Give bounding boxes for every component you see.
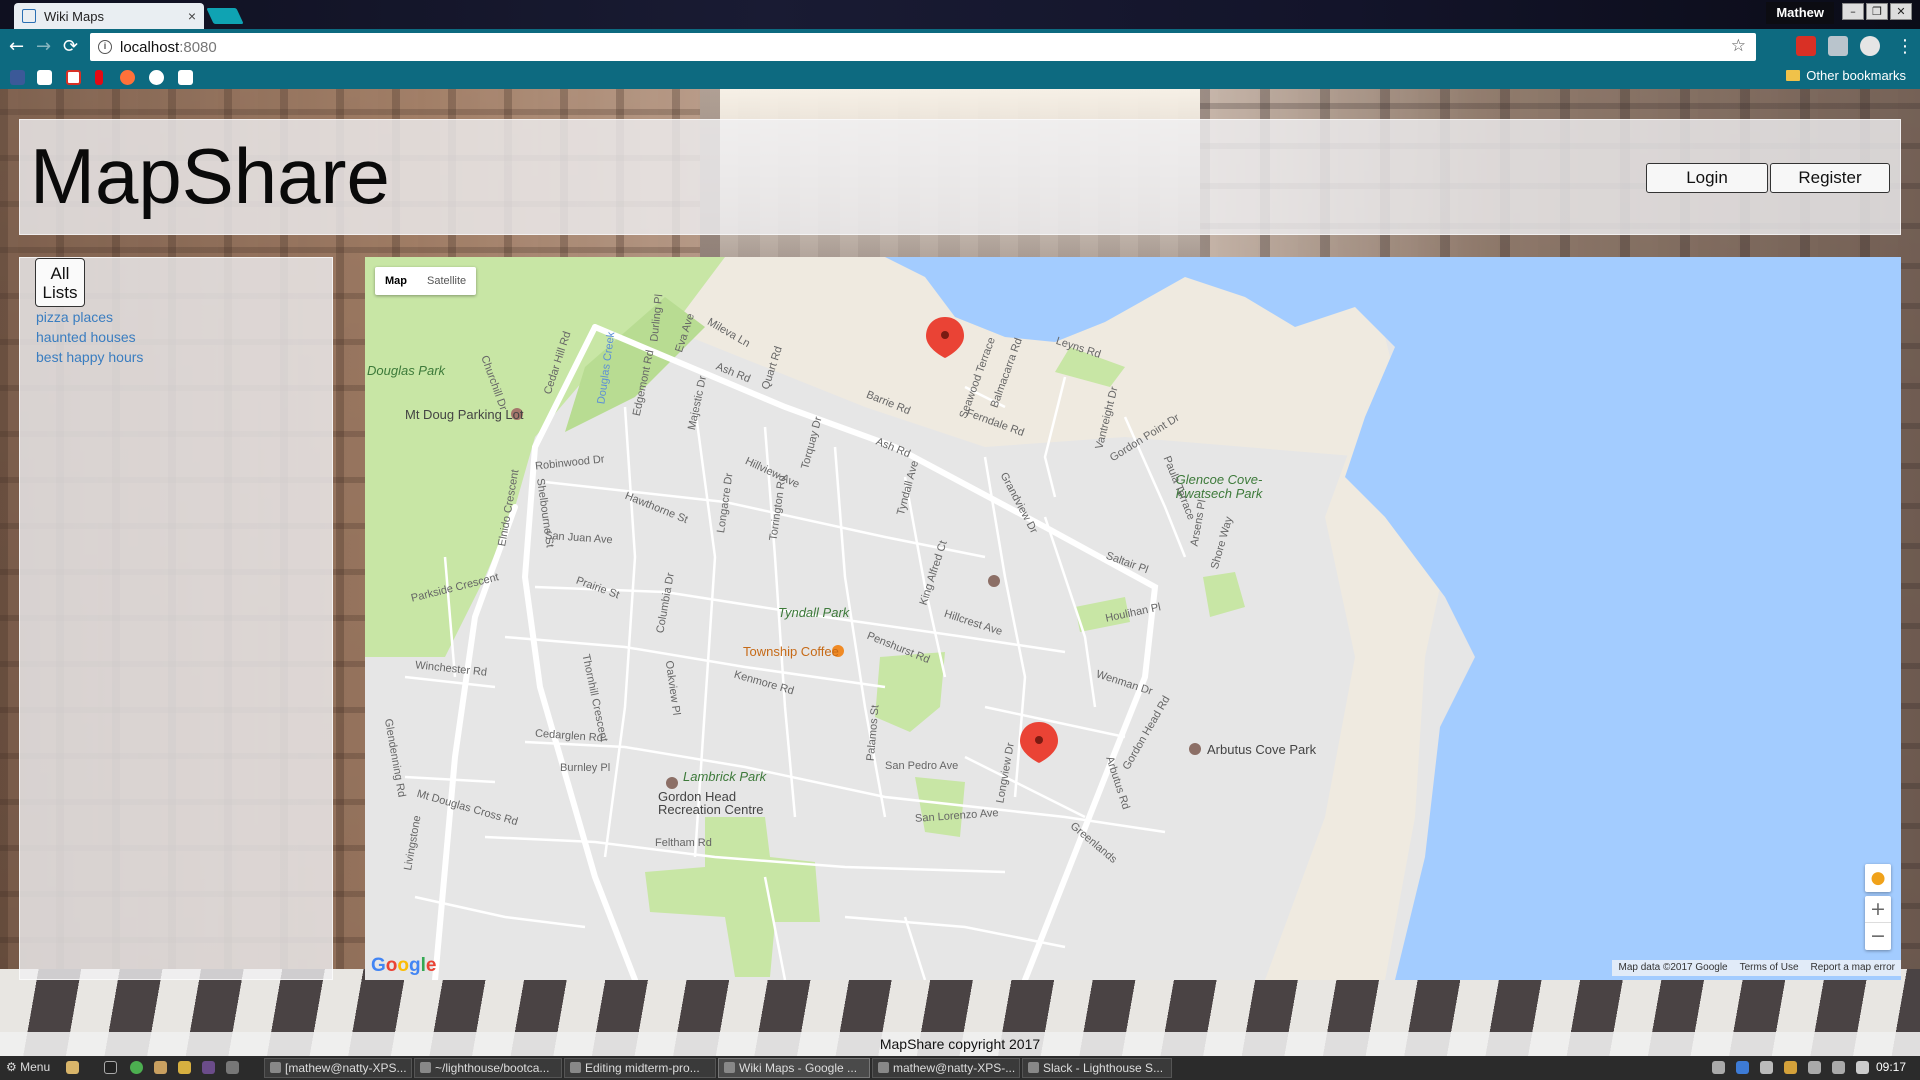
all-lists-button[interactable]: All Lists <box>35 258 85 307</box>
task-terminal-2[interactable]: mathew@natty-XPS-... <box>872 1058 1020 1078</box>
map-label-township-coffee: Township Coffee <box>743 644 839 659</box>
chrome-launcher-icon[interactable] <box>130 1061 143 1074</box>
task-terminal-1[interactable]: [mathew@natty-XPS... <box>264 1058 412 1078</box>
lists-sidebar: All Lists pizza places haunted houses be… <box>19 257 333 980</box>
task-wiki-maps[interactable]: Wiki Maps - Google ... <box>718 1058 870 1078</box>
street-san-pedro-ave: San Pedro Ave <box>885 760 959 772</box>
map-label-mt-doug-parking: Mt Doug Parking Lot <box>405 407 524 422</box>
os-taskbar: ⚙ Menu [mathew@natty-XPS... ~/lighthouse… <box>0 1056 1920 1080</box>
user-tray-icon[interactable] <box>1808 1061 1821 1074</box>
forward-icon[interactable]: → <box>36 37 51 57</box>
login-button[interactable]: Login <box>1646 163 1768 193</box>
other-bookmarks[interactable]: Other bookmarks <box>1786 68 1906 83</box>
close-window-button[interactable]: ✕ <box>1890 3 1912 20</box>
reddit-icon[interactable] <box>37 70 52 85</box>
settings-tray-icon[interactable] <box>1712 1061 1725 1074</box>
back-icon[interactable]: ← <box>9 37 24 57</box>
restore-button[interactable]: ❐ <box>1866 3 1888 20</box>
recreation-poi-icon <box>666 777 678 789</box>
start-menu-button[interactable]: ⚙ Menu <box>6 1060 50 1074</box>
url-host: localhost <box>120 38 180 56</box>
report-map-error-link[interactable]: Report a map error <box>1811 960 1895 976</box>
map-label-douglas-park: Douglas Park <box>367 363 446 378</box>
tab-close-icon[interactable]: × <box>188 8 196 24</box>
github-icon[interactable] <box>149 70 164 85</box>
shield-icon[interactable] <box>1860 36 1880 56</box>
map-label-arbutus-cove-park: Arbutus Cove Park <box>1207 742 1317 757</box>
map-label-tyndall-park: Tyndall Park <box>778 605 850 620</box>
url-port: :8080 <box>179 38 217 56</box>
map-label-lambrick-park: Lambrick Park <box>683 769 767 784</box>
task-slack[interactable]: Slack - Lighthouse S... <box>1022 1058 1172 1078</box>
menu-label: Menu <box>20 1060 51 1074</box>
terms-of-use-link[interactable]: Terms of Use <box>1740 960 1799 976</box>
site-info-icon[interactable]: i <box>98 40 112 54</box>
map-attribution: Map data ©2017 Google Terms of Use Repor… <box>1612 960 1901 976</box>
pegman-icon[interactable]: ● <box>1865 864 1891 892</box>
map-type-map-button[interactable]: Map <box>375 267 417 295</box>
google-logo[interactable]: Google <box>371 955 436 977</box>
browser-toolbar: ← → ⟳ i localhost:8080 ☆ ⋮ <box>0 29 1920 66</box>
map-type-satellite-button[interactable]: Satellite <box>417 267 476 295</box>
profile-name[interactable]: Mathew <box>1766 2 1834 24</box>
notes-launcher-icon[interactable] <box>178 1061 191 1074</box>
puzzle-icon[interactable] <box>1828 36 1848 56</box>
battery-tray-icon[interactable] <box>1856 1061 1869 1074</box>
zoom-in-button[interactable]: + <box>1865 896 1891 923</box>
reload-icon[interactable]: ⟳ <box>63 37 78 57</box>
new-tab-button[interactable] <box>206 8 244 24</box>
terminal-launcher-icon[interactable] <box>104 1061 117 1074</box>
map-data-credit: Map data ©2017 Google <box>1618 962 1728 973</box>
zoom-out-button[interactable]: − <box>1865 923 1891 950</box>
map-label-gordon-head-rec: Gordon Head Recreation Centre <box>658 789 764 817</box>
school-poi-icon <box>988 575 1000 587</box>
browser-tab-wiki-maps[interactable]: Wiki Maps × <box>14 3 204 29</box>
chrome-menu-icon[interactable]: ⋮ <box>1896 37 1914 57</box>
slack-launcher-icon[interactable] <box>202 1061 215 1074</box>
chrome-tray-icon[interactable] <box>1784 1061 1797 1074</box>
taskbar-clock[interactable]: 09:17 <box>1876 1060 1906 1074</box>
google-map[interactable]: Douglas Park Mt Doug Parking Lot Tyndall… <box>365 257 1901 980</box>
task-editing-midterm[interactable]: Editing midterm-pro... <box>564 1058 716 1078</box>
minimize-button[interactable]: – <box>1842 3 1864 20</box>
task-lighthouse-folder[interactable]: ~/lighthouse/bootca... <box>414 1058 562 1078</box>
list-link-best-happy-hours[interactable]: best happy hours <box>36 349 143 365</box>
firefox-icon[interactable] <box>120 70 135 85</box>
zoom-control: + − <box>1865 896 1891 950</box>
page-favicon-icon <box>22 9 36 23</box>
list-link-pizza-places[interactable]: pizza places <box>36 309 113 325</box>
site-logo[interactable]: MapShare <box>30 128 390 224</box>
address-bar[interactable]: i localhost:8080 ☆ <box>90 33 1756 61</box>
files-launcher-icon[interactable] <box>66 1061 79 1074</box>
wifi-tray-icon[interactable] <box>1832 1061 1845 1074</box>
bluetooth-tray-icon[interactable] <box>1736 1061 1749 1074</box>
gmail-icon[interactable] <box>66 70 81 85</box>
tools-launcher-icon[interactable] <box>226 1061 239 1074</box>
arbutus-poi-icon <box>1189 743 1201 755</box>
bookmark-star-icon[interactable]: ☆ <box>1731 36 1746 56</box>
site-footer: MapShare copyright 2017 <box>0 1032 1920 1056</box>
register-button[interactable]: Register <box>1770 163 1890 193</box>
facebook-icon[interactable] <box>10 70 25 85</box>
street-feltham-rd: Feltham Rd <box>655 837 712 849</box>
gmail-badge-icon[interactable] <box>1796 36 1816 56</box>
tab-title: Wiki Maps <box>44 8 104 24</box>
browser-titlebar: Wiki Maps × Mathew – ❐ ✕ <box>0 0 1920 29</box>
map-type-control: Map Satellite <box>375 267 477 295</box>
page-viewport: MapShare Login Register All Lists pizza … <box>0 89 1920 1056</box>
list-link-haunted-houses[interactable]: haunted houses <box>36 329 136 345</box>
folder-launcher-icon[interactable] <box>154 1061 167 1074</box>
netflix-icon[interactable] <box>95 70 103 85</box>
network-tray-icon[interactable] <box>1760 1061 1773 1074</box>
street-burnley-pl: Burnley Pl <box>560 762 611 774</box>
site-header: MapShare Login Register <box>19 119 1901 235</box>
search-icon[interactable] <box>178 70 193 85</box>
bookmarks-bar: Other bookmarks <box>0 66 1920 89</box>
